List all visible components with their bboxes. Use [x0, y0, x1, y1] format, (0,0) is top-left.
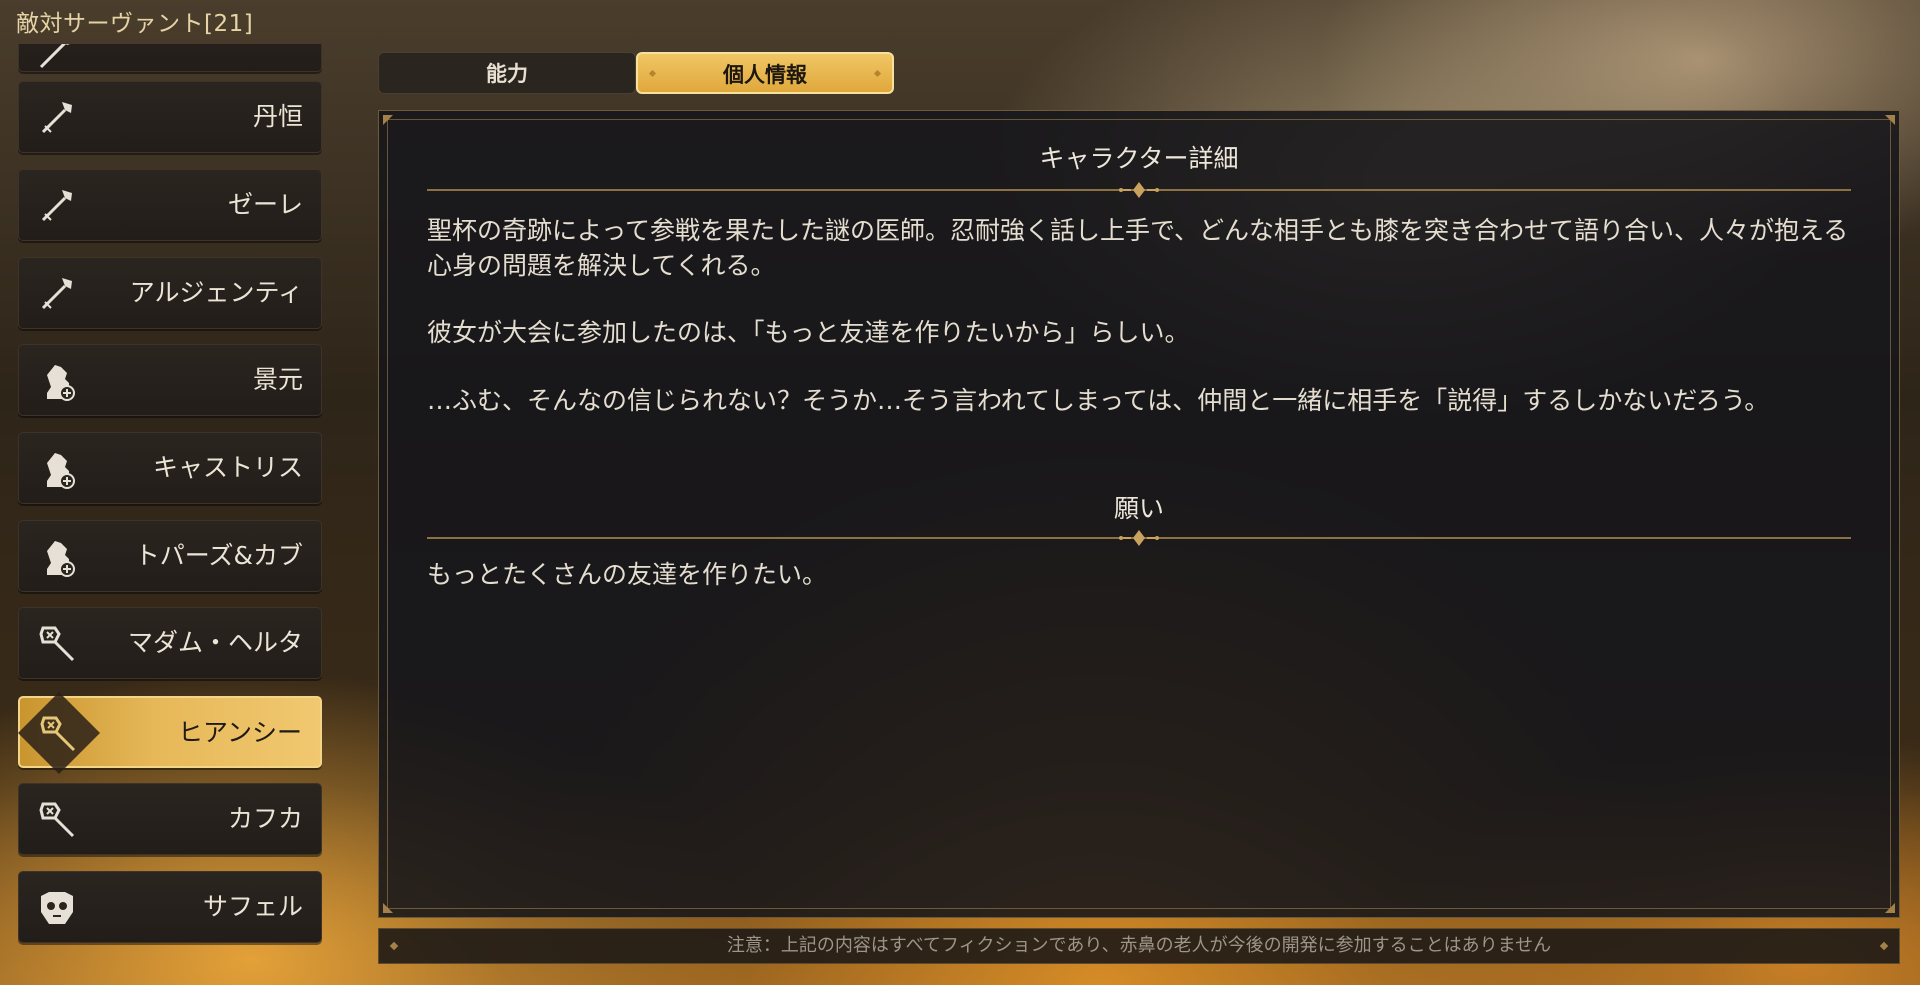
list-item-selected[interactable]: ヒアンシー — [17, 691, 322, 775]
spear-icon — [41, 190, 72, 222]
list-item-label: サフェル — [202, 892, 303, 921]
list-item[interactable]: ゼーレ — [18, 169, 322, 241]
divider-ornament-icon — [1119, 530, 1159, 546]
list-item-label: ゼーレ — [227, 190, 303, 219]
tab-ornament — [648, 69, 657, 78]
section-divider — [427, 530, 1851, 546]
tab-label: 個人情報 — [723, 63, 807, 87]
list-item-label: キャストリス — [152, 453, 303, 482]
detail-title: キャラクター詳細 — [1039, 144, 1239, 173]
section-divider — [427, 182, 1851, 198]
tab-ability[interactable]: 能力 — [378, 52, 636, 94]
list-item-label: 景元 — [252, 365, 303, 394]
footer-ornament — [389, 941, 399, 951]
detail-paragraph: 聖杯の奇跡によって参戦を果たした謎の医師。忍耐強く話し上手で、どんな相手とも膝を… — [427, 216, 1849, 280]
list-item-label: マダム・ヘルタ — [127, 628, 303, 657]
list-item[interactable] — [18, 44, 322, 72]
footer-ornament — [1879, 941, 1889, 951]
disclaimer-bar: 注意：上記の内容はすべてフィクションであり、赤鼻の老人が今後の開発に参加すること… — [378, 928, 1900, 964]
list-item[interactable]: トパーズ&カブ — [18, 520, 322, 592]
chess-knight-plus-icon — [47, 365, 75, 401]
skull-mask-icon — [41, 892, 73, 924]
tab-bar: 能力 個人情報 — [378, 52, 894, 94]
spear-icon — [39, 44, 70, 69]
list-item[interactable]: 景元 — [18, 344, 322, 416]
list-item[interactable]: キャストリス — [18, 432, 322, 504]
servant-list[interactable]: 丹恒 ゼーレ アルジェンティ 景元 キャストリス トパーズ&カブ マダム・ヘルタ… — [0, 44, 340, 985]
list-item-label: カフカ — [227, 804, 303, 833]
window-title: 敵対サーヴァント[21] — [16, 11, 254, 37]
chess-knight-plus-icon — [47, 453, 75, 489]
detail-paragraph: …ふむ、そんなの信じられない？そうか…そう言われてしまっては、仲間と一緒に相手を… — [427, 386, 1770, 415]
list-item-label: ヒアンシー — [177, 718, 302, 747]
tab-ornament — [873, 69, 882, 78]
chess-knight-plus-icon — [47, 541, 75, 577]
spear-icon — [41, 278, 72, 310]
list-item-label: トパーズ&カブ — [134, 541, 303, 570]
staff-icon — [39, 626, 75, 662]
spear-icon — [41, 102, 72, 134]
list-item[interactable]: マダム・ヘルタ — [18, 607, 322, 679]
divider-ornament-icon — [1119, 182, 1159, 198]
list-item-label: アルジェンティ — [129, 278, 303, 307]
staff-icon — [40, 716, 76, 752]
disclaimer-text: 注意：上記の内容はすべてフィクションであり、赤鼻の老人が今後の開発に参加すること… — [726, 935, 1552, 956]
list-item[interactable]: アルジェンティ — [18, 257, 322, 329]
detail-paragraph: 彼女が大会に参加したのは、「もっと友達を作りたいから」らしい。 — [427, 318, 1190, 347]
list-item[interactable]: 丹恒 — [18, 81, 322, 153]
character-detail-panel: キャラクター詳細 聖杯の奇跡によって参戦を果たした謎の医師。忍耐強く話し上手で、… — [378, 110, 1900, 918]
staff-icon — [39, 802, 75, 838]
tab-profile[interactable]: 個人情報 — [636, 52, 894, 94]
wish-text: もっとたくさんの友達を作りたい。 — [427, 560, 828, 589]
wish-title: 願い — [1113, 494, 1164, 523]
tab-label: 能力 — [486, 62, 528, 86]
list-item-label: 丹恒 — [252, 102, 303, 131]
list-item[interactable]: サフェル — [18, 871, 322, 943]
list-item[interactable]: カフカ — [18, 783, 322, 855]
